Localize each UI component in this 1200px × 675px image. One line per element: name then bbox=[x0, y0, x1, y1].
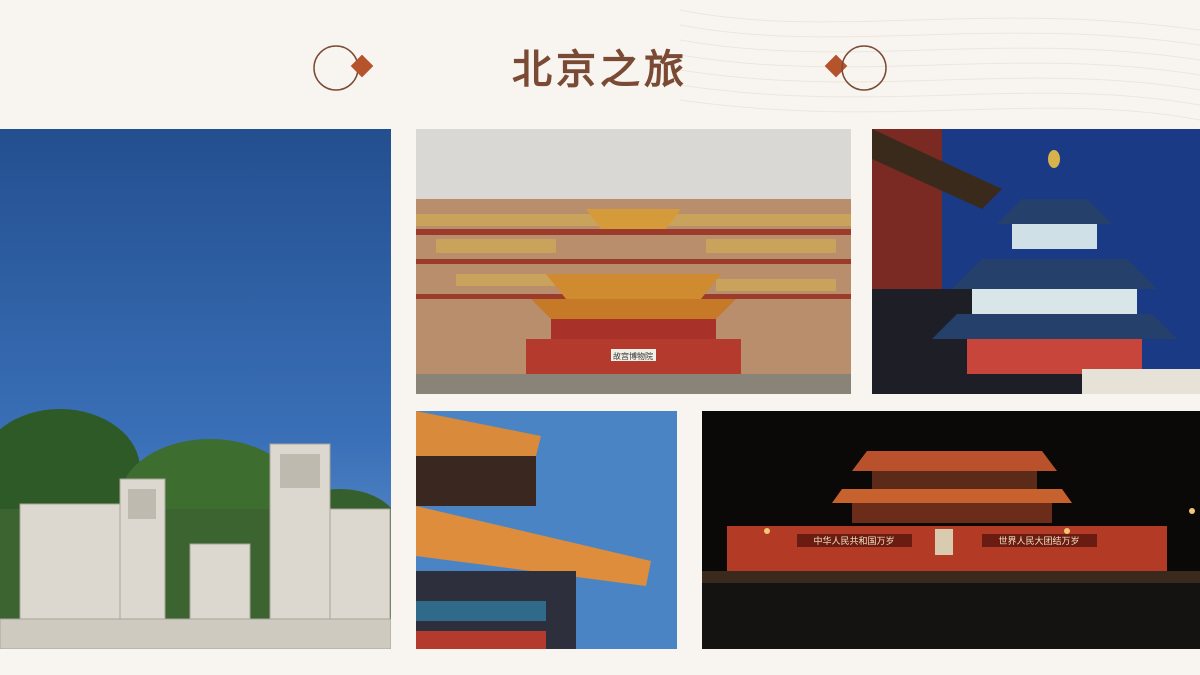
page-title: 北京之旅 bbox=[512, 47, 688, 93]
banner-left: 中华人民共和国万岁 bbox=[813, 535, 894, 547]
photo-tiananmen: 中华人民共和国万岁 世界人民大团结万岁 bbox=[702, 411, 1200, 649]
photo-roof bbox=[416, 411, 677, 649]
slide: 北京之旅 故宫博物院 中华人民共和国万岁 世界人民大团结万岁 bbox=[0, 0, 1200, 675]
photo-ruins bbox=[0, 129, 391, 649]
palace-plaque: 故宫博物院 bbox=[613, 351, 653, 361]
banner-right: 世界人民大团结万岁 bbox=[998, 535, 1079, 547]
ornament-right bbox=[824, 45, 887, 91]
photo-palace: 故宫博物院 bbox=[416, 129, 851, 394]
photo-temple bbox=[872, 129, 1200, 394]
